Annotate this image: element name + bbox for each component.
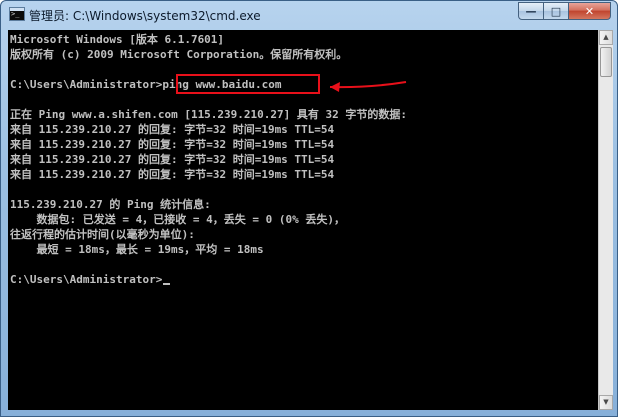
vertical-scrollbar[interactable]: ▲ ▼ [598, 30, 613, 410]
scroll-down-icon[interactable]: ▼ [599, 395, 613, 410]
cmd-window: 管理员: C:\Windows\system32\cmd.exe — □ ✕ M… [0, 0, 618, 417]
window-controls: — □ ✕ [518, 2, 611, 22]
close-button[interactable]: ✕ [568, 2, 611, 20]
title-bar[interactable]: 管理员: C:\Windows\system32\cmd.exe — □ ✕ [1, 1, 617, 29]
window-title: 管理员: C:\Windows\system32\cmd.exe [29, 9, 261, 23]
arrow-shaft [329, 81, 407, 89]
scrollbar-thumb[interactable] [600, 47, 612, 77]
console-output[interactable]: Microsoft Windows [版本 6.1.7601] 版权所有 (c)… [8, 30, 598, 410]
cmd-console-icon[interactable] [9, 7, 25, 21]
maximize-button[interactable]: □ [543, 2, 569, 20]
arrow-head [330, 82, 340, 92]
annotation-arrow-icon [329, 81, 407, 92]
scroll-up-icon[interactable]: ▲ [599, 30, 613, 45]
minimize-button[interactable]: — [518, 2, 544, 20]
